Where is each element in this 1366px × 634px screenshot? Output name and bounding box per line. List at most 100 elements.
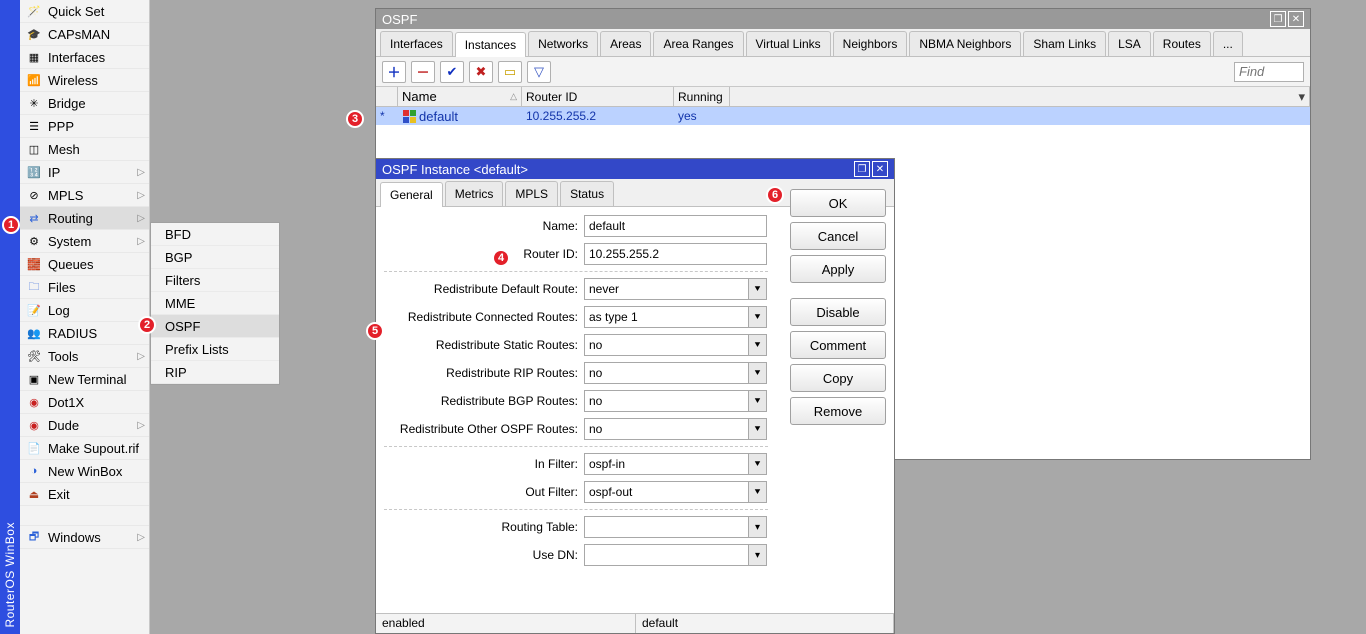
tab-more[interactable]: ... [1213, 31, 1243, 56]
infilter-select[interactable] [584, 453, 749, 475]
routerid-input[interactable] [584, 243, 767, 265]
copy-button[interactable]: Copy [790, 364, 886, 392]
cancel-button[interactable]: Cancel [790, 222, 886, 250]
submenu-item-filters[interactable]: Filters [151, 269, 279, 292]
dropdown-icon[interactable]: ⯆ [749, 278, 767, 300]
sidebar-item-quickset[interactable]: 🪄Quick Set [20, 0, 149, 23]
redist-bgp-select[interactable] [584, 390, 749, 412]
tab-shamlinks[interactable]: Sham Links [1023, 31, 1106, 56]
dropdown-icon[interactable]: ⯆ [749, 334, 767, 356]
cell-running: yes [674, 107, 730, 125]
apply-button[interactable]: Apply [790, 255, 886, 283]
ok-button[interactable]: OK [790, 189, 886, 217]
comment-button[interactable]: Comment [790, 331, 886, 359]
restore-button[interactable]: ❐ [1270, 11, 1286, 27]
sidebar-item-dot1x[interactable]: ◉Dot1X [20, 391, 149, 414]
tab-metrics[interactable]: Metrics [445, 181, 504, 206]
sidebar-item-bridge[interactable]: ✳Bridge [20, 92, 149, 115]
dropdown-icon[interactable]: ⯆ [749, 362, 767, 384]
dropdown-icon[interactable]: ⯆ [749, 418, 767, 440]
ospf-titlebar[interactable]: OSPF ❐ ✕ [376, 9, 1310, 29]
routingtable-select[interactable] [584, 516, 749, 538]
submenu-item-prefixlists[interactable]: Prefix Lists [151, 338, 279, 361]
column-menu-icon[interactable]: ▾ [1298, 89, 1305, 105]
redist-default-select[interactable] [584, 278, 749, 300]
enable-button[interactable]: ✔ [440, 61, 464, 83]
redist-other-select[interactable] [584, 418, 749, 440]
tab-status[interactable]: Status [560, 181, 614, 206]
column-name[interactable]: Name△ [398, 87, 522, 106]
tab-areas[interactable]: Areas [600, 31, 651, 56]
usedn-label: Use DN: [384, 548, 584, 562]
ospf-grid-row[interactable]: * default 10.255.255.2 yes [376, 107, 1310, 125]
column-routerid[interactable]: Router ID [522, 87, 674, 106]
restore-button[interactable]: ❐ [854, 161, 870, 177]
dropdown-icon[interactable]: ▾ [749, 516, 767, 538]
redist-rip-select[interactable] [584, 362, 749, 384]
add-button[interactable]: ＋ [382, 61, 406, 83]
sidebar-item-exit[interactable]: ⏏Exit [20, 483, 149, 506]
sidebar-item-mesh[interactable]: ◫Mesh [20, 138, 149, 161]
dropdown-icon[interactable]: ▾ [749, 544, 767, 566]
tab-networks[interactable]: Networks [528, 31, 598, 56]
disable-button[interactable]: Disable [790, 298, 886, 326]
sidebar-item-routing[interactable]: ⇄Routing▷ [20, 207, 149, 230]
submenu-item-rip[interactable]: RIP [151, 361, 279, 384]
comment-button[interactable]: ▭ [498, 61, 522, 83]
sidebar-item-ppp[interactable]: ☰PPP [20, 115, 149, 138]
dropdown-icon[interactable]: ⯆ [749, 390, 767, 412]
usedn-select[interactable] [584, 544, 749, 566]
sidebar-item-wireless[interactable]: 📶Wireless [20, 69, 149, 92]
redist-connected-select[interactable] [584, 306, 749, 328]
redist-static-select[interactable] [584, 334, 749, 356]
sidebar-item-dude[interactable]: ◉Dude▷ [20, 414, 149, 437]
tab-nbma[interactable]: NBMA Neighbors [909, 31, 1021, 56]
tab-routes[interactable]: Routes [1153, 31, 1211, 56]
column-filler: ▾ [730, 87, 1310, 106]
sidebar-item-newwinbox[interactable]: ◑New WinBox [20, 460, 149, 483]
supout-icon: 📄 [26, 440, 42, 456]
find-input[interactable] [1234, 62, 1304, 82]
sidebar-item-windows[interactable]: 🗗Windows▷ [20, 526, 149, 549]
remove-button[interactable]: Remove [790, 397, 886, 425]
sidebar-item-capsman[interactable]: 🎓CAPsMAN [20, 23, 149, 46]
sidebar-item-tools[interactable]: 🛠Tools▷ [20, 345, 149, 368]
tab-virtuallinks[interactable]: Virtual Links [746, 31, 831, 56]
ip-icon: 🔢 [26, 164, 42, 180]
name-input[interactable] [584, 215, 767, 237]
sidebar-item-mpls[interactable]: ⊘MPLS▷ [20, 184, 149, 207]
sidebar-item-radius[interactable]: 👥RADIUS [20, 322, 149, 345]
tab-general[interactable]: General [380, 182, 443, 207]
tab-mpls[interactable]: MPLS [505, 181, 558, 206]
sidebar-item-system[interactable]: ⚙System▷ [20, 230, 149, 253]
submenu-item-mme[interactable]: MME [151, 292, 279, 315]
sidebar-item-log[interactable]: 📝Log [20, 299, 149, 322]
tab-instances[interactable]: Instances [455, 32, 526, 57]
sidebar-item-queues[interactable]: 🧱Queues [20, 253, 149, 276]
ospf-grid-header: Name△ Router ID Running ▾ [376, 87, 1310, 107]
sidebar-item-newterminal[interactable]: ▣New Terminal [20, 368, 149, 391]
dropdown-icon[interactable]: ⯆ [749, 481, 767, 503]
close-button[interactable]: ✕ [872, 161, 888, 177]
tab-lsa[interactable]: LSA [1108, 31, 1151, 56]
dropdown-icon[interactable]: ⯆ [749, 453, 767, 475]
tab-arearanges[interactable]: Area Ranges [653, 31, 743, 56]
disable-button[interactable]: ✖ [469, 61, 493, 83]
sidebar-item-supout[interactable]: 📄Make Supout.rif [20, 437, 149, 460]
dropdown-icon[interactable]: ⯆ [749, 306, 767, 328]
submenu-item-ospf[interactable]: OSPF [151, 315, 279, 338]
sidebar-item-ip[interactable]: 🔢IP▷ [20, 161, 149, 184]
submenu-item-bfd[interactable]: BFD [151, 223, 279, 246]
sidebar-item-interfaces[interactable]: ▦Interfaces [20, 46, 149, 69]
remove-button[interactable]: － [411, 61, 435, 83]
outfilter-select[interactable] [584, 481, 749, 503]
tab-neighbors[interactable]: Neighbors [833, 31, 908, 56]
column-running[interactable]: Running [674, 87, 730, 106]
submenu-item-bgp[interactable]: BGP [151, 246, 279, 269]
close-button[interactable]: ✕ [1288, 11, 1304, 27]
tab-interfaces[interactable]: Interfaces [380, 31, 453, 56]
column-flag[interactable] [376, 87, 398, 106]
sidebar-item-files[interactable]: 🗀Files [20, 276, 149, 299]
instance-titlebar[interactable]: OSPF Instance <default> ❐ ✕ [376, 159, 894, 179]
filter-button[interactable]: ▽ [527, 61, 551, 83]
